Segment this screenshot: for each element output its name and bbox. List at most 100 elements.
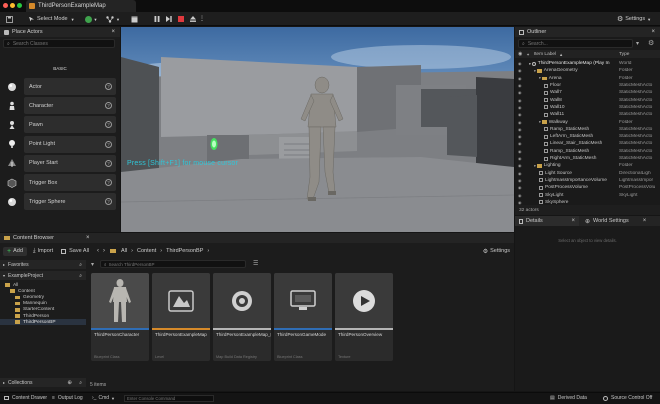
outliner-row[interactable]: ◉ ▾ ArenaGeometry Folder bbox=[515, 67, 660, 74]
actor-item-actor[interactable]: Actor? bbox=[24, 78, 116, 95]
close-icon[interactable]: × bbox=[571, 218, 575, 224]
pause-button[interactable] bbox=[152, 14, 162, 24]
outliner-row[interactable]: ◉ PostProcessVolume PostProcessVolu bbox=[515, 184, 660, 191]
class-search-input[interactable] bbox=[12, 40, 103, 47]
asset-search-input[interactable] bbox=[108, 261, 229, 267]
visibility-icon[interactable]: ◉ bbox=[518, 61, 522, 66]
visibility-icon[interactable]: ◉ bbox=[518, 105, 522, 110]
visibility-icon[interactable]: ◉ bbox=[518, 127, 522, 132]
cb-settings-button[interactable]: ⚙ Settings bbox=[483, 248, 510, 255]
folder-tree-item[interactable]: ThirdPersonBP bbox=[0, 319, 86, 326]
visibility-icon[interactable]: ◉ bbox=[518, 120, 522, 125]
blueprint-button[interactable]: ▼ bbox=[104, 14, 122, 24]
outliner-row[interactable]: ◉ Ramp_StaticMesh StaticMeshActo bbox=[515, 148, 660, 155]
level-tab[interactable]: ThirdPersonExampleMap bbox=[26, 0, 136, 12]
settings-button[interactable]: ⚙ Settings ▼ bbox=[614, 14, 654, 24]
asset-tile[interactable]: ThirdPersonOverview Texture bbox=[335, 273, 393, 361]
asset-tile[interactable]: ThirdPersonExampleMap Level bbox=[152, 273, 210, 361]
back-arrow-icon[interactable]: ‹ bbox=[97, 248, 99, 254]
breadcrumb-thirdpersonbp[interactable]: ThirdPersonBP bbox=[166, 248, 203, 254]
outliner-row[interactable]: ◉ Ramp_StaticMesh StaticMeshActo bbox=[515, 126, 660, 133]
save-all-button[interactable]: Save All bbox=[61, 248, 89, 254]
filter-button[interactable]: ▾ bbox=[91, 261, 94, 268]
visibility-icon[interactable]: ◉ bbox=[518, 90, 522, 95]
details-tab[interactable]: Details × bbox=[515, 216, 579, 226]
window-minimize-dot[interactable] bbox=[10, 3, 15, 8]
asset-search-box[interactable]: ⌕ bbox=[100, 260, 246, 268]
visibility-icon[interactable]: ◉ bbox=[518, 76, 522, 81]
level-viewport[interactable]: Press [Shift+F1] for mouse cursor bbox=[121, 27, 514, 232]
actor-item-trigger-box[interactable]: Trigger Box? bbox=[24, 174, 116, 191]
asset-filter-icon[interactable]: ☰ bbox=[253, 260, 258, 267]
outliner-settings-icon[interactable]: ⚙ bbox=[648, 39, 654, 47]
add-content-button[interactable]: ▼ bbox=[82, 14, 100, 24]
folder-tree-item[interactable]: StarterContent bbox=[0, 307, 86, 313]
outliner-row[interactable]: ◉ Linear_Stair_StaticMesh StaticMeshActo bbox=[515, 140, 660, 147]
favorites-section[interactable]: ▸ Favorites ⌕ bbox=[0, 260, 86, 269]
actor-item-player-start[interactable]: Player Start? bbox=[24, 154, 116, 172]
search-icon[interactable]: ⌕ bbox=[79, 273, 82, 279]
forward-arrow-icon[interactable]: › bbox=[103, 248, 105, 254]
add-button[interactable]: + Add bbox=[3, 246, 27, 256]
visibility-icon[interactable]: ◉ bbox=[518, 112, 522, 117]
close-icon[interactable]: × bbox=[651, 29, 655, 35]
project-section[interactable]: ▾ ExampleProject ⌕ bbox=[0, 271, 86, 280]
col-type[interactable]: Type bbox=[619, 52, 629, 57]
play-options-button[interactable]: ⋮ bbox=[199, 14, 205, 24]
help-icon[interactable]: ? bbox=[105, 83, 112, 90]
console-input[interactable] bbox=[124, 395, 214, 402]
visibility-icon[interactable]: ◉ bbox=[518, 163, 522, 168]
eject-button[interactable] bbox=[188, 14, 198, 24]
outliner-row[interactable]: ◉ Light Source DirectionalLigh bbox=[515, 170, 660, 177]
visibility-icon[interactable]: ◉ bbox=[518, 171, 522, 176]
actor-item-point-light[interactable]: Point Light? bbox=[24, 135, 116, 153]
class-search-box[interactable]: ⌕ bbox=[3, 39, 115, 48]
window-close-dot[interactable] bbox=[3, 3, 8, 8]
breadcrumb-all[interactable]: All bbox=[121, 248, 127, 254]
outliner-row[interactable]: ◉ Wall7 StaticMeshActo bbox=[515, 89, 660, 96]
window-zoom-dot[interactable] bbox=[17, 3, 22, 8]
folder-tree-item[interactable]: Geometry bbox=[0, 294, 86, 300]
chevron-down-icon[interactable]: ▾ bbox=[534, 69, 536, 73]
visibility-icon[interactable]: ◉ bbox=[518, 83, 522, 88]
outliner-row[interactable]: ◉ ▾ ThirdPersonExampleMap (Play In World bbox=[515, 60, 660, 67]
visibility-icon[interactable]: ◉ bbox=[518, 156, 522, 161]
actor-item-trigger-sphere[interactable]: Trigger Sphere? bbox=[24, 193, 116, 211]
outliner-search-input[interactable] bbox=[527, 40, 623, 47]
outliner-row[interactable]: ◉ Wall11 StaticMeshActo bbox=[515, 111, 660, 118]
cmd-dropdown[interactable]: ›_ Cmd ▼ bbox=[92, 395, 115, 401]
help-icon[interactable]: ? bbox=[105, 198, 112, 206]
sequencer-button[interactable] bbox=[126, 14, 142, 24]
outliner-row[interactable]: ◉ LeftArm_StaticMesh StaticMeshActo bbox=[515, 133, 660, 140]
search-icon[interactable]: ⌕ bbox=[79, 380, 82, 386]
source-control-button[interactable]: Source Control Off bbox=[603, 395, 652, 401]
asset-tile[interactable]: ThirdPersonCharacter Blueprint Class bbox=[91, 273, 149, 361]
visibility-icon[interactable]: ◉ bbox=[518, 178, 522, 183]
visibility-icon[interactable]: ◉ bbox=[518, 149, 522, 154]
help-icon[interactable]: ? bbox=[105, 102, 112, 110]
visibility-icon[interactable]: ◉ bbox=[518, 141, 522, 146]
folder-tree-item[interactable]: ThirdPerson bbox=[0, 313, 86, 319]
stop-button[interactable] bbox=[176, 14, 186, 24]
close-icon[interactable]: × bbox=[643, 218, 647, 224]
outliner-row[interactable]: ◉ Wall8 StaticMeshActo bbox=[515, 97, 660, 104]
help-icon[interactable]: ? bbox=[105, 140, 112, 148]
chevron-down-icon[interactable]: ▾ bbox=[529, 62, 531, 66]
asset-tile[interactable]: ThirdPersonGameMode Blueprint Class bbox=[274, 273, 332, 361]
search-icon[interactable]: ⌕ bbox=[79, 262, 82, 268]
save-icon[interactable] bbox=[4, 14, 14, 24]
help-icon[interactable]: ? bbox=[105, 121, 112, 129]
folder-tree-item[interactable]: Mannequin bbox=[0, 301, 86, 307]
select-mode-dropdown[interactable]: Select Mode ▼ bbox=[27, 14, 77, 24]
visibility-icon[interactable]: ◉ bbox=[518, 185, 522, 190]
visibility-icon[interactable]: ◉ bbox=[518, 68, 522, 73]
chevron-down-icon[interactable]: ▾ bbox=[539, 120, 541, 124]
output-log-button[interactable]: ≡ Output Log bbox=[52, 395, 83, 401]
skip-button[interactable] bbox=[164, 14, 174, 24]
visibility-icon[interactable]: ◉ bbox=[518, 134, 522, 139]
folder-tree-item[interactable]: All bbox=[0, 282, 86, 288]
actor-item-character[interactable]: Character? bbox=[24, 97, 116, 115]
outliner-row[interactable]: ◉ ▾ Walkway Folder bbox=[515, 118, 660, 125]
add-circle-icon[interactable]: ⊕ bbox=[67, 380, 72, 386]
outliner-filter-icon[interactable]: ▾ bbox=[636, 40, 639, 47]
